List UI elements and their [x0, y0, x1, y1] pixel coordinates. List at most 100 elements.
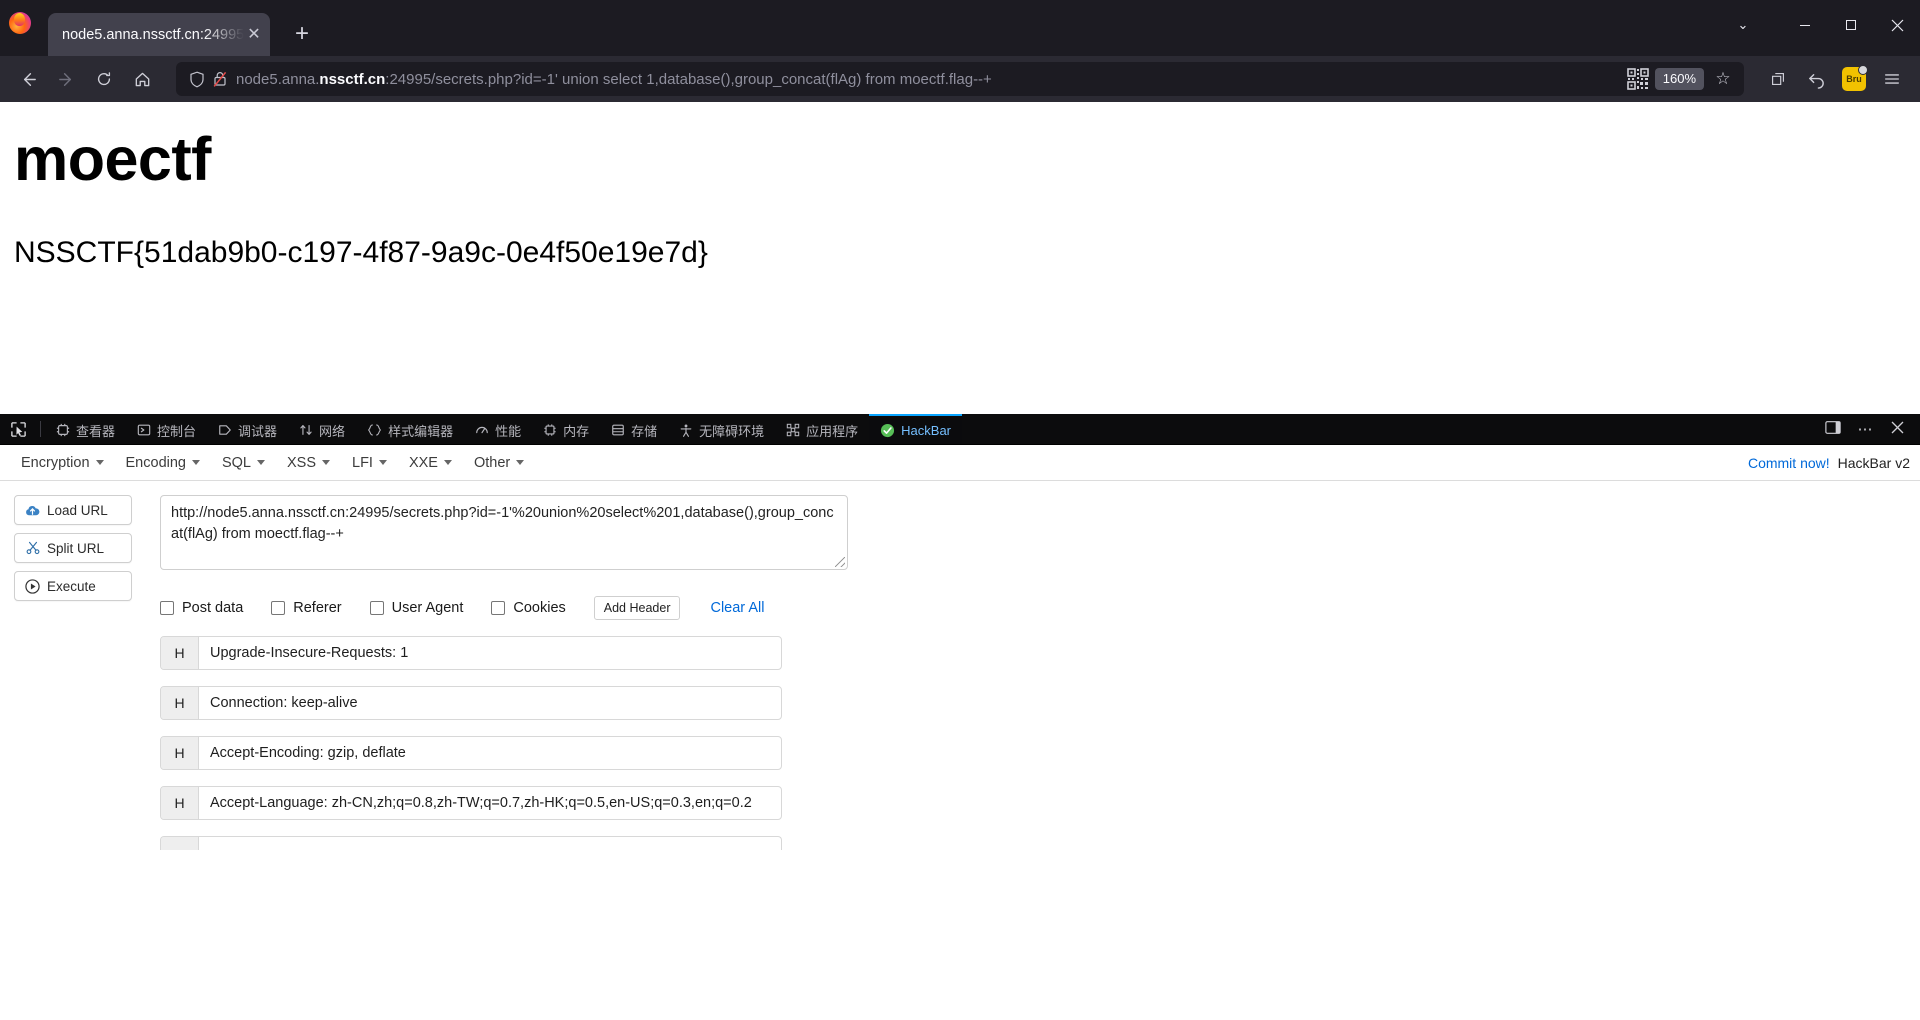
button-label: Load URL: [47, 502, 108, 518]
commit-now-link[interactable]: Commit now!: [1748, 455, 1830, 471]
page-content: moectf NSSCTF{51dab9b0-c197-4f87-9a9c-0e…: [0, 102, 1920, 414]
close-window-button[interactable]: [1874, 2, 1920, 48]
clear-all-link[interactable]: Clear All: [710, 600, 764, 616]
back-icon[interactable]: [10, 62, 46, 96]
url-domain: nssctf.cn: [319, 70, 386, 88]
checkbox-box[interactable]: [160, 601, 174, 615]
reload-icon[interactable]: [86, 62, 122, 96]
checkbox-cookies[interactable]: Cookies: [491, 600, 566, 616]
lock-warning-icon[interactable]: [208, 70, 232, 88]
devtools-tab-performance[interactable]: 性能: [464, 414, 532, 444]
hackbar-menubar-right: Commit now! HackBar v2: [1748, 455, 1910, 471]
url-bar-actions: 160% ☆: [1626, 68, 1736, 90]
devtools-toolbar-actions: ⋯: [1818, 414, 1920, 444]
performance-icon: [475, 423, 489, 437]
bru-badge-label: Bru: [1842, 65, 1868, 91]
element-picker-icon[interactable]: [0, 414, 36, 444]
header-value-input[interactable]: Upgrade-Insecure-Requests: 1: [199, 637, 781, 669]
url-bar[interactable]: node5.anna.nssctf.cn:24995/secrets.php?i…: [176, 62, 1744, 96]
url-suffix: :24995/secrets.php?id=-1' union select 1…: [385, 70, 992, 88]
url-prefix: node5.anna.: [236, 70, 320, 88]
header-row[interactable]: H Connection: keep-alive: [160, 686, 782, 720]
url-text[interactable]: node5.anna.nssctf.cn:24995/secrets.php?i…: [236, 71, 1627, 88]
header-value-input[interactable]: Accept-Encoding: gzip, deflate: [199, 737, 781, 769]
new-tab-button[interactable]: +: [282, 14, 322, 54]
load-url-button[interactable]: Load URL: [14, 495, 132, 525]
checkbox-post-data[interactable]: Post data: [160, 600, 243, 616]
forward-icon[interactable]: [48, 62, 84, 96]
tab-strip: node5.anna.nssctf.cn:24995/secre ✕ + ⌄: [0, 0, 1920, 56]
chevron-down-icon: [443, 460, 452, 465]
devtools-tab-inspector[interactable]: 查看器: [45, 414, 126, 444]
window-controls: ⌄: [1720, 0, 1920, 50]
menu-encryption[interactable]: Encryption: [10, 455, 115, 471]
minimize-button[interactable]: [1782, 2, 1828, 48]
bookmark-star-icon[interactable]: ☆: [1710, 69, 1736, 89]
devtools-tab-application[interactable]: 应用程序: [775, 414, 869, 444]
close-icon[interactable]: ✕: [244, 26, 264, 43]
header-value-input[interactable]: Accept-Language: zh-CN,zh;q=0.8,zh-TW;q=…: [199, 787, 781, 819]
menu-lfi[interactable]: LFI: [341, 455, 398, 471]
shield-icon[interactable]: [186, 71, 208, 88]
browser-tab[interactable]: node5.anna.nssctf.cn:24995/secre ✕: [48, 13, 270, 56]
close-devtools-icon[interactable]: [1882, 421, 1912, 438]
qr-code-icon[interactable]: [1626, 68, 1649, 90]
split-url-button[interactable]: Split URL: [14, 533, 132, 563]
header-row[interactable]: H Accept-Language: zh-CN,zh;q=0.8,zh-TW;…: [160, 786, 782, 820]
home-icon[interactable]: [124, 62, 160, 96]
hamburger-menu-icon[interactable]: [1874, 62, 1910, 96]
header-row[interactable]: H Accept-Encoding: gzip, deflate: [160, 736, 782, 770]
chevron-down-icon[interactable]: ⌄: [1720, 2, 1766, 48]
header-row[interactable]: H Upgrade-Insecure-Requests: 1: [160, 636, 782, 670]
hackbar-menubar: Encryption Encoding SQL XSS LFI XXE Othe…: [0, 445, 1920, 481]
container-tabs-icon[interactable]: [1760, 62, 1796, 96]
menu-xxe[interactable]: XXE: [398, 455, 463, 471]
application-icon: [786, 423, 800, 437]
header-row-partial[interactable]: [160, 836, 782, 850]
play-icon: [25, 578, 40, 594]
header-value-input[interactable]: Connection: keep-alive: [199, 687, 781, 719]
checkbox-box[interactable]: [491, 601, 506, 615]
button-label: Execute: [47, 578, 96, 594]
menu-encoding[interactable]: Encoding: [115, 455, 211, 471]
devtools-tab-label: 调试器: [238, 423, 278, 439]
checkbox-label: Referer: [293, 600, 342, 616]
devtools-tab-console[interactable]: 控制台: [126, 414, 207, 444]
execute-button[interactable]: Execute: [14, 571, 132, 601]
zoom-level-badge[interactable]: 160%: [1654, 68, 1704, 90]
checkbox-referer[interactable]: Referer: [271, 600, 342, 616]
hackbar-action-buttons: Load URL Split URL Execute: [14, 495, 132, 866]
header-key-badge: [161, 837, 199, 850]
menu-other[interactable]: Other: [463, 455, 535, 471]
url-textarea[interactable]: http://node5.anna.nssctf.cn:24995/secret…: [160, 495, 848, 570]
add-header-button[interactable]: Add Header: [593, 596, 681, 620]
hackbar-panel: Encryption Encoding SQL XSS LFI XXE Othe…: [0, 445, 1920, 1020]
hackbar-version-label: HackBar v2: [1837, 454, 1910, 471]
menu-sql[interactable]: SQL: [211, 455, 276, 471]
scissors-icon: [25, 541, 40, 556]
devtools-tab-style-editor[interactable]: 样式编辑器: [356, 414, 464, 444]
devtools-tab-memory[interactable]: 内存: [532, 414, 600, 444]
checkbox-box[interactable]: [369, 601, 384, 615]
header-value-input[interactable]: [199, 837, 781, 850]
hackbar-main: http://node5.anna.nssctf.cn:24995/secret…: [132, 495, 1920, 866]
more-options-icon[interactable]: ⋯: [1850, 420, 1880, 438]
bru-extension-icon[interactable]: Bru: [1836, 62, 1872, 96]
maximize-button[interactable]: [1828, 2, 1874, 48]
style-editor-icon: [367, 423, 382, 437]
undo-icon[interactable]: [1798, 62, 1834, 96]
devtools-tab-debugger[interactable]: 调试器: [207, 414, 288, 444]
dock-toggle-icon[interactable]: [1818, 420, 1848, 439]
devtools-panel: 查看器 控制台 调试器 网络 样式编辑器 性能 内存 存储 无障碍环境 应用程序…: [0, 414, 1920, 1020]
devtools-tab-storage[interactable]: 存储: [600, 414, 668, 444]
header-key-badge: H: [161, 637, 199, 669]
chevron-down-icon: [191, 460, 200, 465]
checkbox-user-agent[interactable]: User Agent: [369, 600, 463, 616]
devtools-tab-accessibility[interactable]: 无障碍环境: [668, 414, 775, 444]
chevron-down-icon: [516, 460, 525, 465]
checkbox-box[interactable]: [271, 601, 286, 615]
devtools-tab-label: 网络: [319, 423, 346, 439]
devtools-tab-network[interactable]: 网络: [288, 414, 356, 444]
menu-xss[interactable]: XSS: [276, 455, 341, 471]
devtools-tab-hackbar[interactable]: HackBar: [869, 414, 963, 444]
